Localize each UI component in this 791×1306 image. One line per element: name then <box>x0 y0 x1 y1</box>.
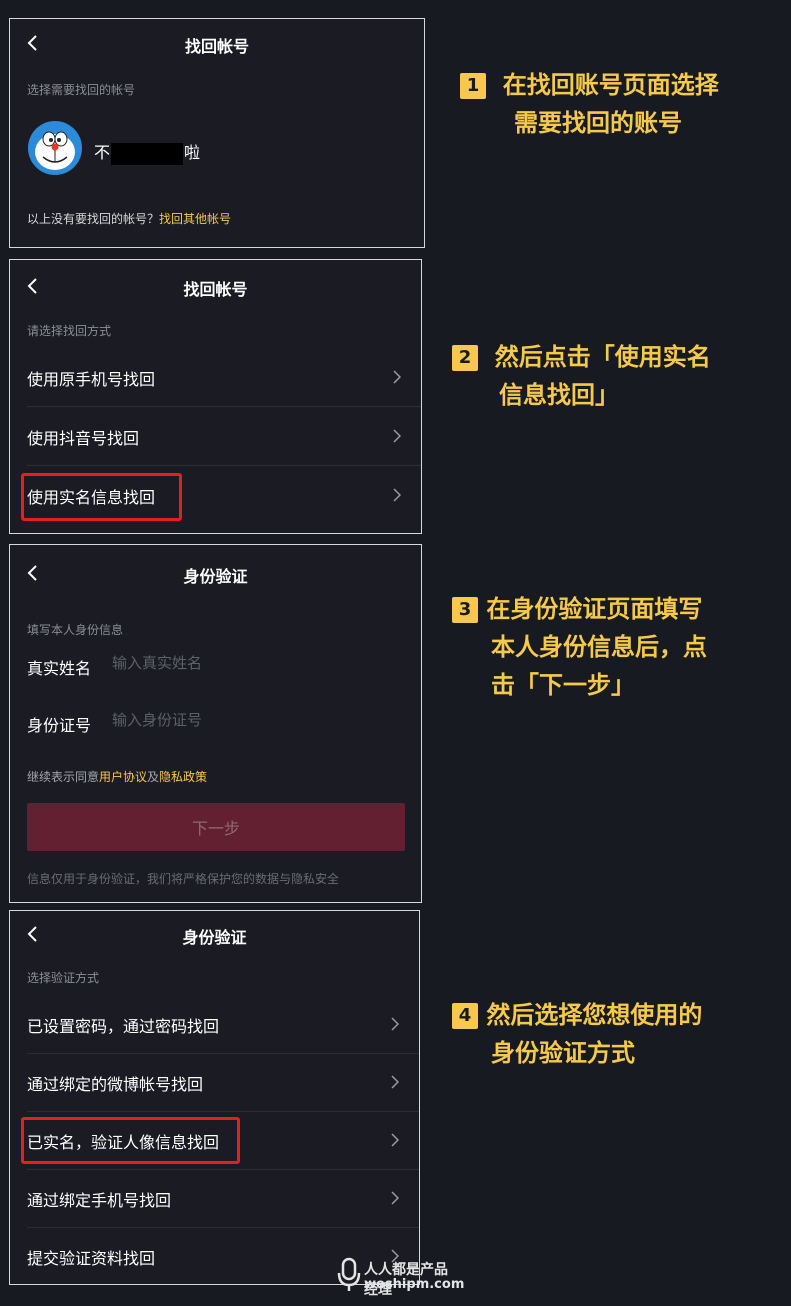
other-account-prompt: 以上没有要找回的帐号？找回其他帐号 <box>27 210 231 227</box>
option-douyin-id[interactable]: 使用抖音号找回 <box>10 407 421 465</box>
option-weibo[interactable]: 通过绑定的微博帐号找回 <box>10 1053 419 1111</box>
option-label: 通过绑定的微博帐号找回 <box>27 1075 204 1094</box>
step-line: 本人身份信息后，点 <box>491 633 707 661</box>
section-hint: 填写本人身份信息 <box>27 623 124 637</box>
other-account-link[interactable]: 找回其他帐号 <box>159 212 231 226</box>
step-number-badge: 4 <box>452 1003 478 1029</box>
step-line: 需要找回的账号 <box>514 109 682 137</box>
option-label: 使用抖音号找回 <box>27 429 140 448</box>
other-account-text: 以上没有要找回的帐号？ <box>27 212 160 226</box>
avatar-doraemon-icon[interactable] <box>28 121 82 175</box>
page-title: 身份验证 <box>183 567 248 586</box>
chevron-right-icon <box>393 429 401 443</box>
chevron-right-icon <box>393 370 401 384</box>
option-label: 提交验证资料找回 <box>27 1249 156 1268</box>
chevron-right-icon <box>391 1191 399 1205</box>
step-3-note: 3 在身份验证页面填写 本人身份信息后，点 击「下一步」 <box>452 590 707 704</box>
redacted-block <box>111 142 184 165</box>
highlight-box <box>21 1117 240 1164</box>
privacy-note: 信息仅用于身份验证，我们将严格保护您的数据与隐私安全 <box>27 872 340 886</box>
option-label: 使用原手机号找回 <box>27 370 156 389</box>
real-name-input[interactable] <box>112 654 392 672</box>
user-agreement-link[interactable]: 用户协议 <box>99 770 147 784</box>
option-password[interactable]: 已设置密码，通过密码找回 <box>10 995 419 1053</box>
step-line: 然后选择您想使用的 <box>486 1001 703 1029</box>
id-number-input[interactable] <box>112 711 392 729</box>
next-step-button[interactable]: 下一步 <box>27 803 405 851</box>
section-hint: 选择需要找回的帐号 <box>27 83 136 97</box>
step-line: 然后点击「使用实名 <box>494 343 711 371</box>
step-line: 击「下一步」 <box>491 671 635 699</box>
step-1-note: 1 在找回账号页面选择 需要找回的账号 <box>460 66 719 142</box>
highlight-box <box>21 473 182 521</box>
chevron-right-icon <box>391 1133 399 1147</box>
microphone-logo-icon <box>337 1257 361 1291</box>
panel-identity-form: 身份验证 填写本人身份信息 真实姓名 身份证号 继续表示同意用户协议及隐私政策 … <box>9 544 422 903</box>
option-bound-phone[interactable]: 通过绑定手机号找回 <box>10 1169 419 1227</box>
panel-select-account: 找回帐号 选择需要找回的帐号 不啦 以上没有要找回的帐号？找回其他帐号 <box>9 18 425 248</box>
step-2-note: 2 然后点击「使用实名 信息找回」 <box>452 338 711 414</box>
chevron-right-icon <box>391 1075 399 1089</box>
panel-verification-method: 身份验证 选择验证方式 已设置密码，通过密码找回 通过绑定的微博帐号找回 已实名… <box>9 910 420 1285</box>
step-line: 在找回账号页面选择 <box>502 71 719 99</box>
step-number-badge: 2 <box>452 345 478 371</box>
option-original-phone[interactable]: 使用原手机号找回 <box>10 348 421 406</box>
chevron-right-icon <box>393 488 401 502</box>
step-line: 身份验证方式 <box>491 1039 635 1067</box>
page-title: 找回帐号 <box>183 280 248 299</box>
watermark-en: woshipm.com <box>364 1277 465 1292</box>
account-name-suffix: 啦 <box>184 143 201 162</box>
agreement-prefix: 继续表示同意 <box>27 770 100 784</box>
option-label: 已设置密码，通过密码找回 <box>27 1017 220 1036</box>
step-4-note: 4 然后选择您想使用的 身份验证方式 <box>452 996 702 1072</box>
option-label: 通过绑定手机号找回 <box>27 1191 172 1210</box>
real-name-label: 真实姓名 <box>27 659 92 678</box>
step-number-badge: 1 <box>460 73 486 99</box>
account-name[interactable]: 不啦 <box>94 139 200 165</box>
agreement-and: 及 <box>147 770 160 784</box>
page-title: 身份验证 <box>182 928 247 947</box>
step-number-badge: 3 <box>452 597 478 623</box>
privacy-policy-link[interactable]: 隐私政策 <box>159 770 207 784</box>
section-hint: 选择验证方式 <box>27 971 100 985</box>
step-line: 在身份验证页面填写 <box>486 595 703 623</box>
account-name-prefix: 不 <box>94 143 111 162</box>
panel-recovery-method: 找回帐号 请选择找回方式 使用原手机号找回 使用抖音号找回 使用实名信息找回 <box>9 259 422 534</box>
agreement-text: 继续表示同意用户协议及隐私政策 <box>27 768 207 785</box>
section-hint: 请选择找回方式 <box>27 324 112 338</box>
id-number-label: 身份证号 <box>27 716 92 735</box>
step-line: 信息找回」 <box>499 381 619 409</box>
chevron-right-icon <box>391 1017 399 1031</box>
watermark: 人人都是产品经理 woshipm.com <box>336 1255 464 1298</box>
page-title: 找回帐号 <box>184 37 249 56</box>
